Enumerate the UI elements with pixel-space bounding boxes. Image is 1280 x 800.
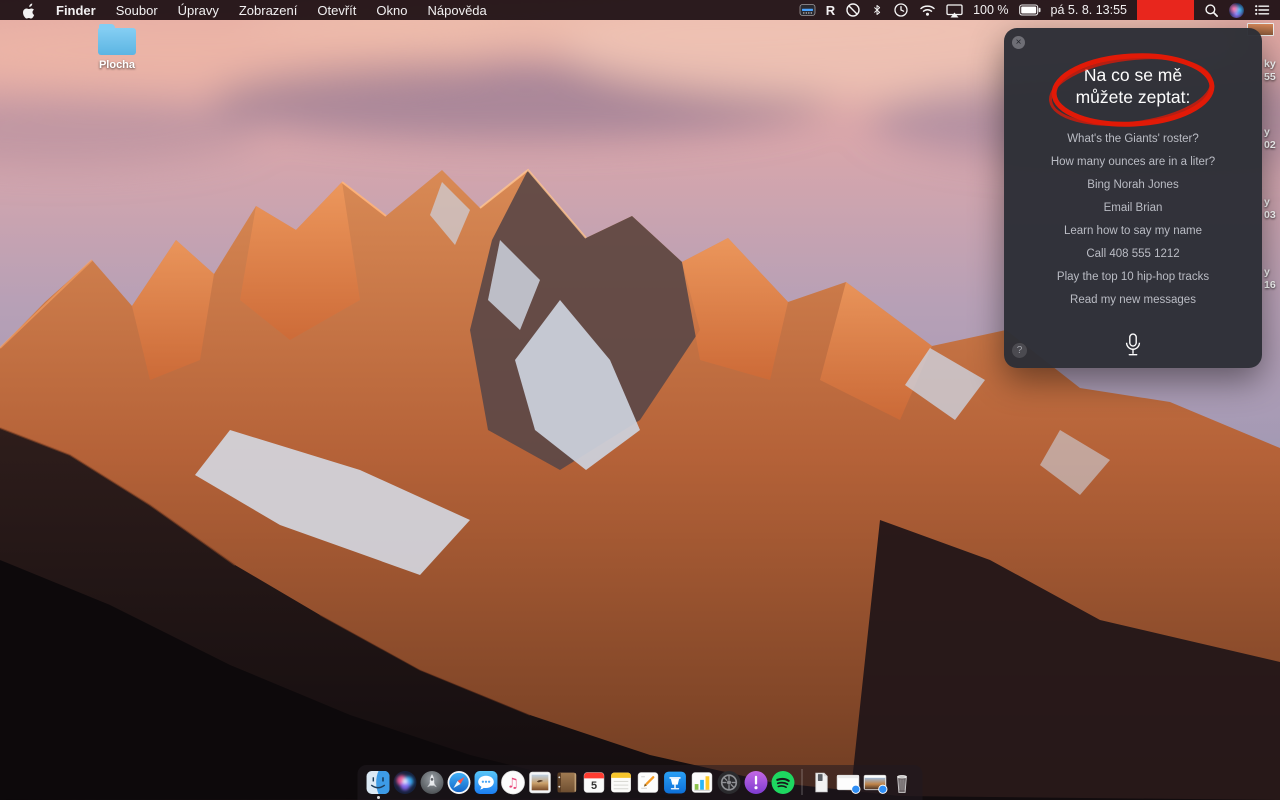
- title-line-2: můžete zeptat:: [1004, 86, 1262, 108]
- apple-menu-icon[interactable]: [12, 0, 46, 20]
- fragment-line: 02: [1264, 139, 1276, 152]
- menu-napoveda[interactable]: Nápověda: [417, 0, 496, 20]
- calendar-day: 5: [591, 780, 597, 792]
- close-icon[interactable]: ×: [1012, 36, 1025, 49]
- status-app-icon[interactable]: [799, 0, 816, 20]
- battery-icon[interactable]: [1019, 0, 1041, 20]
- svg-text:♫: ♫: [507, 776, 519, 792]
- redacted-username: [1137, 0, 1194, 20]
- status-r-icon[interactable]: R: [826, 0, 835, 20]
- help-icon[interactable]: ?: [1012, 343, 1027, 358]
- siri-panel: × Na co se mě můžete zeptat: What's the …: [1004, 28, 1262, 368]
- dock-feedback-assistant-icon[interactable]: [744, 770, 769, 795]
- fragment-line: y: [1264, 196, 1276, 209]
- dock-itunes-icon[interactable]: ♫: [501, 770, 526, 795]
- desktop-icon-fragment[interactable]: y 02: [1264, 126, 1276, 152]
- menu-okno[interactable]: Okno: [366, 0, 417, 20]
- fragment-line: ky: [1264, 58, 1276, 71]
- folder-icon: [98, 28, 136, 55]
- dock-dial-app-icon[interactable]: [717, 770, 742, 795]
- dock-trash-icon[interactable]: [890, 770, 915, 795]
- running-indicator: [377, 796, 380, 799]
- desktop-icon-fragment[interactable]: y 16: [1264, 266, 1276, 292]
- dock-messages-icon[interactable]: [474, 770, 499, 795]
- dock-keynote-icon[interactable]: [663, 770, 688, 795]
- menu-bar: Finder Soubor Úpravy Zobrazení Otevřít O…: [0, 0, 1280, 20]
- bluetooth-icon[interactable]: [871, 0, 883, 20]
- title-line-1: Na co se mě: [1004, 64, 1262, 86]
- dock-notes-icon[interactable]: [609, 770, 634, 795]
- siri-suggestion[interactable]: Call 408 555 1212: [1004, 243, 1262, 266]
- do-not-disturb-icon[interactable]: [845, 0, 861, 20]
- siri-suggestions: What's the Giants' roster? How many ounc…: [1004, 128, 1262, 312]
- desktop-icon-fragment[interactable]: ky 55: [1264, 58, 1276, 84]
- battery-percentage: 100 %: [973, 3, 1008, 17]
- folder-label: Plocha: [93, 59, 141, 71]
- dock-finder-icon[interactable]: [366, 770, 391, 795]
- spotlight-icon[interactable]: [1204, 0, 1219, 20]
- siri-menu-icon[interactable]: [1229, 0, 1244, 20]
- desktop-screen: Finder Soubor Úpravy Zobrazení Otevřít O…: [0, 0, 1280, 800]
- fragment-line: y: [1264, 266, 1276, 279]
- menu-soubor[interactable]: Soubor: [106, 0, 168, 20]
- menu-clock[interactable]: pá 5. 8. 13:55: [1051, 3, 1127, 17]
- siri-suggestion[interactable]: Read my new messages: [1004, 289, 1262, 312]
- wifi-icon[interactable]: [919, 0, 936, 20]
- menu-otevrit[interactable]: Otevřít: [307, 0, 366, 20]
- dock-siri-icon[interactable]: [393, 770, 418, 795]
- siri-suggestion[interactable]: Play the top 10 hip-hop tracks: [1004, 266, 1262, 289]
- dock-pages-icon[interactable]: [636, 770, 661, 795]
- menu-zobrazeni[interactable]: Zobrazení: [229, 0, 308, 20]
- fragment-line: 16: [1264, 279, 1276, 292]
- siri-suggestion[interactable]: How many ounces are in a liter?: [1004, 151, 1262, 174]
- dock-minimized-window-icon[interactable]: [836, 770, 861, 795]
- airplay-display-icon[interactable]: [946, 0, 963, 20]
- dock-launchpad-icon[interactable]: [420, 770, 445, 795]
- dock-numbers-icon[interactable]: [690, 770, 715, 795]
- microphone-icon[interactable]: [1122, 332, 1144, 360]
- dock-documents-stack-icon[interactable]: [809, 770, 834, 795]
- dock-calendar-icon[interactable]: 5: [582, 770, 607, 795]
- notification-center-icon[interactable]: [1254, 0, 1270, 20]
- menu-finder[interactable]: Finder: [46, 0, 106, 20]
- siri-suggestion[interactable]: Email Brian: [1004, 197, 1262, 220]
- siri-suggestion[interactable]: Learn how to say my name: [1004, 220, 1262, 243]
- fragment-line: 03: [1264, 209, 1276, 222]
- siri-suggestion[interactable]: Bing Norah Jones: [1004, 174, 1262, 197]
- dock-divider: [802, 769, 803, 795]
- time-machine-icon[interactable]: [893, 0, 909, 20]
- fragment-line: 55: [1264, 71, 1276, 84]
- dock: ♫: [358, 765, 923, 800]
- dock-safari-icon[interactable]: [447, 770, 472, 795]
- dock-spotify-icon[interactable]: [771, 770, 796, 795]
- desktop-folder-plocha[interactable]: Plocha: [93, 24, 141, 71]
- dock-preview-icon[interactable]: [528, 770, 553, 795]
- fragment-line: y: [1264, 126, 1276, 139]
- menu-upravy[interactable]: Úpravy: [168, 0, 229, 20]
- siri-panel-title: Na co se mě můžete zeptat:: [1004, 64, 1262, 108]
- siri-suggestion[interactable]: What's the Giants' roster?: [1004, 128, 1262, 151]
- dock-minimized-window-photo-icon[interactable]: [863, 770, 888, 795]
- dock-contacts-icon[interactable]: [555, 770, 580, 795]
- desktop-icon-fragment[interactable]: y 03: [1264, 196, 1276, 222]
